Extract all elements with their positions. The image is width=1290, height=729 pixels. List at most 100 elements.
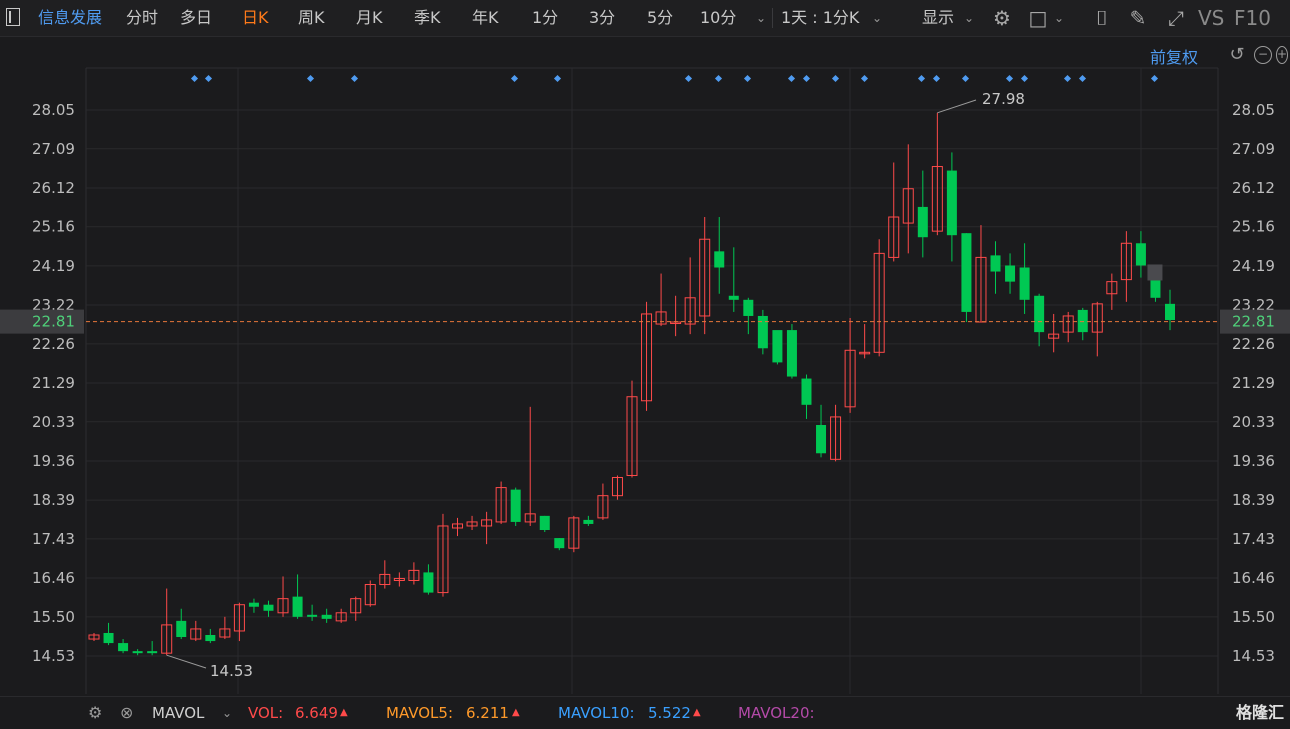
mavol10-label: MAVOL10: (558, 704, 635, 722)
indicator-close-icon[interactable]: ⊗ (120, 697, 133, 729)
candle-body (728, 295, 739, 300)
brand-logo: 格隆汇 (1235, 703, 1284, 722)
candle-body (772, 330, 783, 363)
candle-body (205, 635, 216, 642)
event-marker (831, 74, 840, 83)
candle-body (1019, 267, 1030, 300)
candle-body (147, 651, 158, 654)
candle-body (583, 519, 594, 524)
candle-body (554, 538, 565, 549)
y-tick-label-right: 15.50 (1232, 608, 1275, 626)
mavol5-value: 6.211 (466, 704, 509, 722)
y-tick-label-right: 22.26 (1232, 335, 1275, 353)
event-marker (932, 74, 941, 83)
y-tick-label-left: 25.16 (32, 218, 75, 236)
candle-body (714, 251, 725, 268)
candle-body (118, 643, 129, 652)
vol-value: 6.649 (295, 704, 338, 722)
y-tick-label-left: 15.50 (32, 608, 75, 626)
y-tick-label-left: 19.36 (32, 452, 75, 470)
indicator-chevron-icon[interactable]: ⌄ (222, 697, 232, 729)
candle-body (917, 206, 928, 238)
event-marker (190, 74, 199, 83)
high-annotation-line (937, 99, 977, 114)
candle-body (263, 604, 274, 611)
candle-body (801, 378, 812, 405)
candle-body (961, 233, 972, 312)
event-marker (802, 74, 811, 83)
y-tick-label-left: 26.12 (32, 179, 75, 197)
mavol10-value: 5.522 (648, 704, 691, 722)
event-marker (917, 74, 926, 83)
y-tick-label-right: 16.46 (1232, 569, 1275, 587)
candle-body (321, 614, 332, 619)
event-marker (743, 74, 752, 83)
candle-body (1005, 265, 1016, 282)
y-tick-label-right: 19.36 (1232, 452, 1275, 470)
y-tick-label-left: 16.46 (32, 569, 75, 587)
event-marker (860, 74, 869, 83)
indicator-bar: ⚙ ⊗ MAVOL ⌄ VOL: 6.649 ▲ MAVOL5: 6.211 ▲… (0, 696, 1290, 729)
candle-body (132, 651, 143, 654)
candle-body (292, 596, 303, 617)
event-marker (350, 74, 359, 83)
y-tick-label-left: 21.29 (32, 374, 75, 392)
candle-body (946, 170, 957, 236)
candle-body (757, 315, 768, 349)
event-marker (961, 74, 970, 83)
y-tick-label-right: 14.53 (1232, 647, 1275, 665)
y-tick-label-right: 28.05 (1232, 101, 1275, 119)
current-price-label-left: 22.81 (32, 313, 75, 331)
candle-body (786, 330, 797, 377)
indicator-settings-icon[interactable]: ⚙ (88, 697, 102, 729)
mavol5-up-arrow-icon: ▲ (512, 707, 520, 718)
y-tick-label-left: 24.19 (32, 257, 75, 275)
candle-body (1165, 303, 1175, 320)
indicator-name[interactable]: MAVOL (152, 697, 204, 729)
candle-body (307, 614, 318, 617)
candle-body (423, 572, 434, 593)
vol-up-arrow-icon: ▲ (340, 707, 348, 718)
candle-body (1034, 295, 1045, 333)
candle-body (248, 602, 259, 607)
event-marker (1020, 74, 1029, 83)
candle-body (1077, 309, 1088, 333)
y-tick-label-right: 26.12 (1232, 179, 1275, 197)
candle-body (176, 620, 187, 638)
y-tick-label-right: 18.39 (1232, 491, 1275, 509)
event-marker (714, 74, 723, 83)
mavol10-up-arrow-icon: ▲ (693, 707, 701, 718)
y-tick-label-right: 17.43 (1232, 530, 1275, 548)
y-tick-label-left: 18.39 (32, 491, 75, 509)
y-tick-label-left: 27.09 (32, 140, 75, 158)
event-marker (306, 74, 315, 83)
current-candle-highlight (1147, 264, 1163, 281)
event-marker (1150, 74, 1159, 83)
event-marker (553, 74, 562, 83)
y-tick-label-left: 14.53 (32, 647, 75, 665)
high-annotation-label: 27.98 (982, 90, 1025, 108)
event-marker (684, 74, 693, 83)
y-tick-label-right: 21.29 (1232, 374, 1275, 392)
candle-body (1135, 243, 1146, 266)
y-tick-label-right: 25.16 (1232, 218, 1275, 236)
current-price-label-right: 22.81 (1232, 313, 1275, 331)
y-tick-label-right: 20.33 (1232, 413, 1275, 431)
candle-body (539, 515, 550, 530)
mavol5-label: MAVOL5: (386, 704, 454, 722)
event-marker (1063, 74, 1072, 83)
candle-body (743, 299, 754, 316)
event-marker (1005, 74, 1014, 83)
event-marker (510, 74, 519, 83)
vol-label: VOL: (248, 704, 284, 722)
candle-body (103, 632, 114, 644)
mavol20-label: MAVOL20: (738, 704, 815, 722)
event-marker (787, 74, 796, 83)
low-annotation-line (166, 654, 207, 669)
y-tick-label-left: 20.33 (32, 413, 75, 431)
y-tick-label-right: 24.19 (1232, 257, 1275, 275)
candlestick-chart[interactable]: 28.05 28.05 27.09 27.09 26.12 26.12 25.16 25.16… (0, 0, 1290, 728)
event-marker (204, 74, 213, 83)
low-annotation-label: 14.53 (210, 662, 253, 680)
candle-body (990, 255, 1001, 272)
